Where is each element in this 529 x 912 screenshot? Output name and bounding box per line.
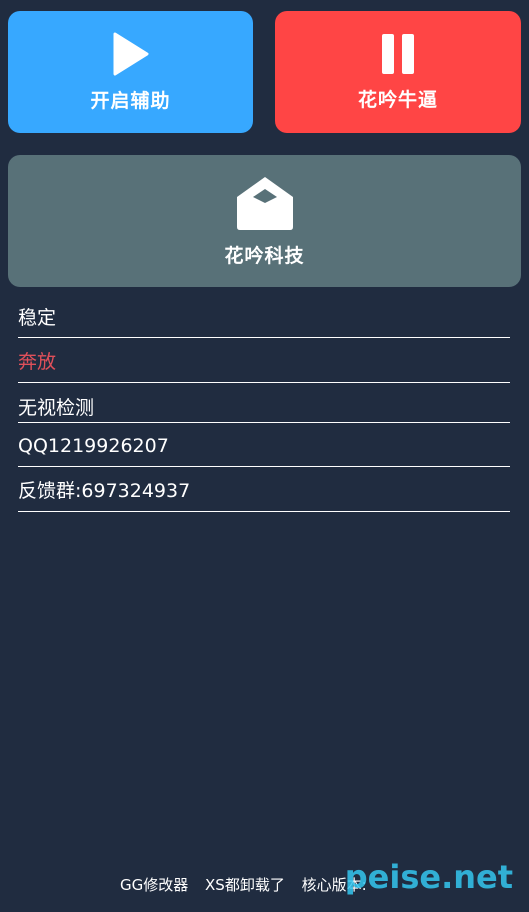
list-item-ignore-detection[interactable]: 无视检测 bbox=[18, 383, 510, 423]
footer-app-name: GG修改器 bbox=[120, 876, 189, 894]
play-icon bbox=[111, 32, 151, 76]
list-item-text: 稳定 bbox=[18, 307, 57, 329]
pause-button[interactable]: 花吟牛逼 bbox=[275, 11, 521, 133]
list-item-text: QQ1219926207 bbox=[18, 435, 169, 457]
feature-list: 稳定 奔放 无视检测 QQ1219926207 反馈群:697324937 bbox=[18, 296, 510, 512]
list-item-stable[interactable]: 稳定 bbox=[18, 296, 510, 338]
start-assist-label: 开启辅助 bbox=[90, 89, 171, 112]
pause-icon bbox=[379, 33, 417, 75]
list-item-qq[interactable]: QQ1219926207 bbox=[18, 423, 510, 467]
info-button[interactable]: 花吟科技 bbox=[8, 155, 521, 287]
start-assist-button[interactable]: 开启辅助 bbox=[8, 11, 253, 133]
list-item-text: 无视检测 bbox=[18, 397, 95, 419]
envelope-open-icon bbox=[235, 175, 295, 231]
list-item-unrestrained[interactable]: 奔放 bbox=[18, 338, 510, 383]
footer-note: XS都卸载了 bbox=[205, 876, 285, 894]
pause-label: 花吟牛逼 bbox=[357, 88, 438, 111]
list-item-text: 奔放 bbox=[18, 350, 57, 373]
list-item-text: 反馈群:697324937 bbox=[18, 479, 191, 502]
info-label: 花吟科技 bbox=[224, 244, 305, 267]
list-item-feedback-group[interactable]: 反馈群:697324937 bbox=[18, 467, 510, 512]
watermark-logo: peise.net bbox=[344, 858, 513, 896]
footer: GG修改器 XS都卸载了 核心版本: bbox=[120, 874, 379, 895]
